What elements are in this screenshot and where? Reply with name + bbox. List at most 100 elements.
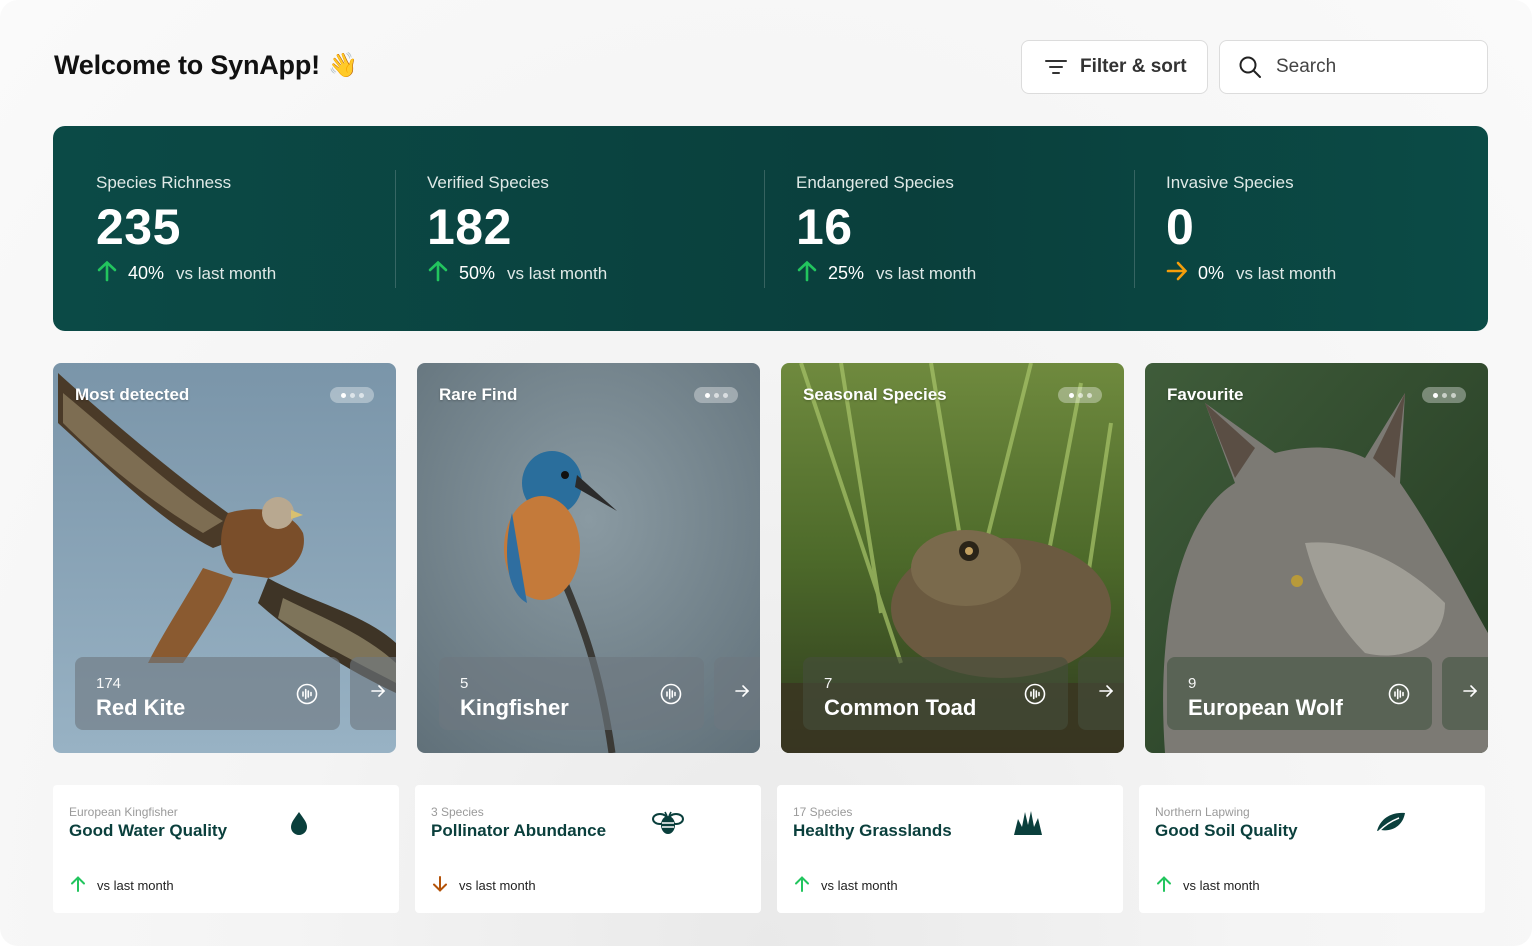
species-name: Kingfisher: [460, 695, 569, 720]
bee-icon: [651, 809, 685, 844]
stat-label: Invasive Species: [1166, 173, 1294, 192]
detection-count: 174: [96, 675, 122, 692]
sound-wave-icon[interactable]: [1388, 683, 1410, 710]
stat-value: 182: [427, 199, 512, 255]
page-title: Welcome to SynApp! 👋: [54, 50, 358, 81]
search-icon: [1238, 55, 1262, 79]
arrow-up-icon: [1155, 875, 1173, 896]
filter-sort-label: Filter & sort: [1080, 56, 1187, 77]
card-info-panel: 174 Red Kite: [75, 657, 340, 730]
stat-change-percent: 50%: [459, 263, 496, 283]
metric-period: vs last month: [821, 878, 898, 893]
next-arrow-button[interactable]: [1078, 657, 1124, 730]
species-card-european-wolf[interactable]: Favourite 9 European Wolf: [1145, 363, 1488, 753]
species-name: European Wolf: [1188, 695, 1343, 720]
leaf-icon: [1375, 809, 1407, 840]
divider: [764, 170, 765, 288]
search-input[interactable]: Search: [1276, 56, 1336, 78]
species-card-kingfisher[interactable]: Rare Find 5 Kingfisher: [417, 363, 760, 753]
species-name: Common Toad: [824, 695, 977, 720]
next-arrow-button[interactable]: [714, 657, 760, 730]
detection-count: 7: [824, 675, 833, 692]
carousel-dots[interactable]: [1058, 387, 1102, 403]
arrow-up-icon: [796, 260, 818, 287]
arrow-right-icon: [370, 683, 386, 704]
metric-period: vs last month: [459, 878, 536, 893]
arrow-right-icon: [734, 683, 750, 704]
search-box[interactable]: Search: [1219, 40, 1488, 94]
stat-change: 0% vs last month: [1166, 260, 1336, 287]
arrow-down-icon: [431, 875, 449, 896]
metric-trend: vs last month: [431, 875, 536, 896]
stat-value: 235: [96, 199, 181, 255]
metric-card-pollinator[interactable]: 3 Species Pollinator Abundance vs last m…: [415, 785, 761, 913]
grass-icon: [1013, 809, 1043, 842]
card-info-panel: 7 Common Toad: [803, 657, 1068, 730]
card-tag: Favourite: [1167, 385, 1244, 404]
stat-change: 40% vs last month: [96, 260, 276, 287]
metric-period: vs last month: [1183, 878, 1260, 893]
metric-title: Healthy Grasslands: [793, 821, 952, 840]
sound-wave-icon[interactable]: [296, 683, 318, 710]
metric-trend: vs last month: [793, 875, 898, 896]
metric-subtitle: 3 Species: [431, 805, 484, 819]
detection-count: 5: [460, 675, 469, 692]
card-tag: Seasonal Species: [803, 385, 947, 404]
water-drop-icon: [287, 809, 311, 842]
filter-icon: [1044, 57, 1068, 77]
stat-label: Endangered Species: [796, 173, 954, 192]
page-title-text: Welcome to SynApp!: [54, 50, 320, 80]
metric-card-grasslands[interactable]: 17 Species Healthy Grasslands vs last mo…: [777, 785, 1123, 913]
arrow-right-icon: [1166, 260, 1188, 287]
stat-period: vs last month: [876, 263, 977, 283]
carousel-dots[interactable]: [694, 387, 738, 403]
card-info-panel: 9 European Wolf: [1167, 657, 1432, 730]
next-arrow-button[interactable]: [350, 657, 396, 730]
stat-value: 16: [796, 199, 853, 255]
stat-value: 0: [1166, 199, 1195, 255]
metric-title: Good Soil Quality: [1155, 821, 1298, 840]
detection-count: 9: [1188, 675, 1197, 692]
sound-wave-icon[interactable]: [660, 683, 682, 710]
metric-trend: vs last month: [1155, 875, 1260, 896]
card-tag: Most detected: [75, 385, 190, 404]
metric-period: vs last month: [97, 878, 174, 893]
stat-label: Species Richness: [96, 173, 232, 192]
arrow-right-icon: [1462, 683, 1478, 704]
arrow-up-icon: [96, 260, 118, 287]
stat-change: 50% vs last month: [427, 260, 607, 287]
stat-change-percent: 40%: [128, 263, 165, 283]
arrow-up-icon: [427, 260, 449, 287]
species-card-common-toad[interactable]: Seasonal Species 7 Common Toad: [781, 363, 1124, 753]
arrow-right-icon: [1098, 683, 1114, 704]
filter-sort-button[interactable]: Filter & sort: [1021, 40, 1208, 94]
arrow-up-icon: [69, 875, 87, 896]
stats-banner: Species Richness 235 40% vs last month V…: [53, 126, 1488, 331]
stat-period: vs last month: [1236, 263, 1337, 283]
stat-period: vs last month: [176, 263, 277, 283]
carousel-dots[interactable]: [1422, 387, 1466, 403]
stat-change: 25% vs last month: [796, 260, 976, 287]
metric-card-water-quality[interactable]: European Kingfisher Good Water Quality v…: [53, 785, 399, 913]
next-arrow-button[interactable]: [1442, 657, 1488, 730]
divider: [395, 170, 396, 288]
metric-subtitle: European Kingfisher: [69, 805, 178, 819]
metric-subtitle: Northern Lapwing: [1155, 805, 1250, 819]
species-card-red-kite[interactable]: Most detected 174 Red Kite: [53, 363, 396, 753]
metric-title: Pollinator Abundance: [431, 821, 607, 840]
card-tag: Rare Find: [439, 385, 518, 404]
metric-title: Good Water Quality: [69, 821, 228, 840]
carousel-dots[interactable]: [330, 387, 374, 403]
stat-period: vs last month: [507, 263, 608, 283]
metric-card-soil-quality[interactable]: Northern Lapwing Good Soil Quality vs la…: [1139, 785, 1485, 913]
card-info-panel: 5 Kingfisher: [439, 657, 704, 730]
app-frame: Welcome to SynApp! 👋 Filter & sort Searc…: [0, 0, 1532, 946]
divider: [1134, 170, 1135, 288]
sound-wave-icon[interactable]: [1024, 683, 1046, 710]
metric-subtitle: 17 Species: [793, 805, 853, 819]
stat-change-percent: 0%: [1198, 263, 1225, 283]
species-name: Red Kite: [96, 695, 186, 720]
stat-label: Verified Species: [427, 173, 549, 192]
metric-trend: vs last month: [69, 875, 174, 896]
wave-emoji: 👋: [327, 52, 358, 79]
